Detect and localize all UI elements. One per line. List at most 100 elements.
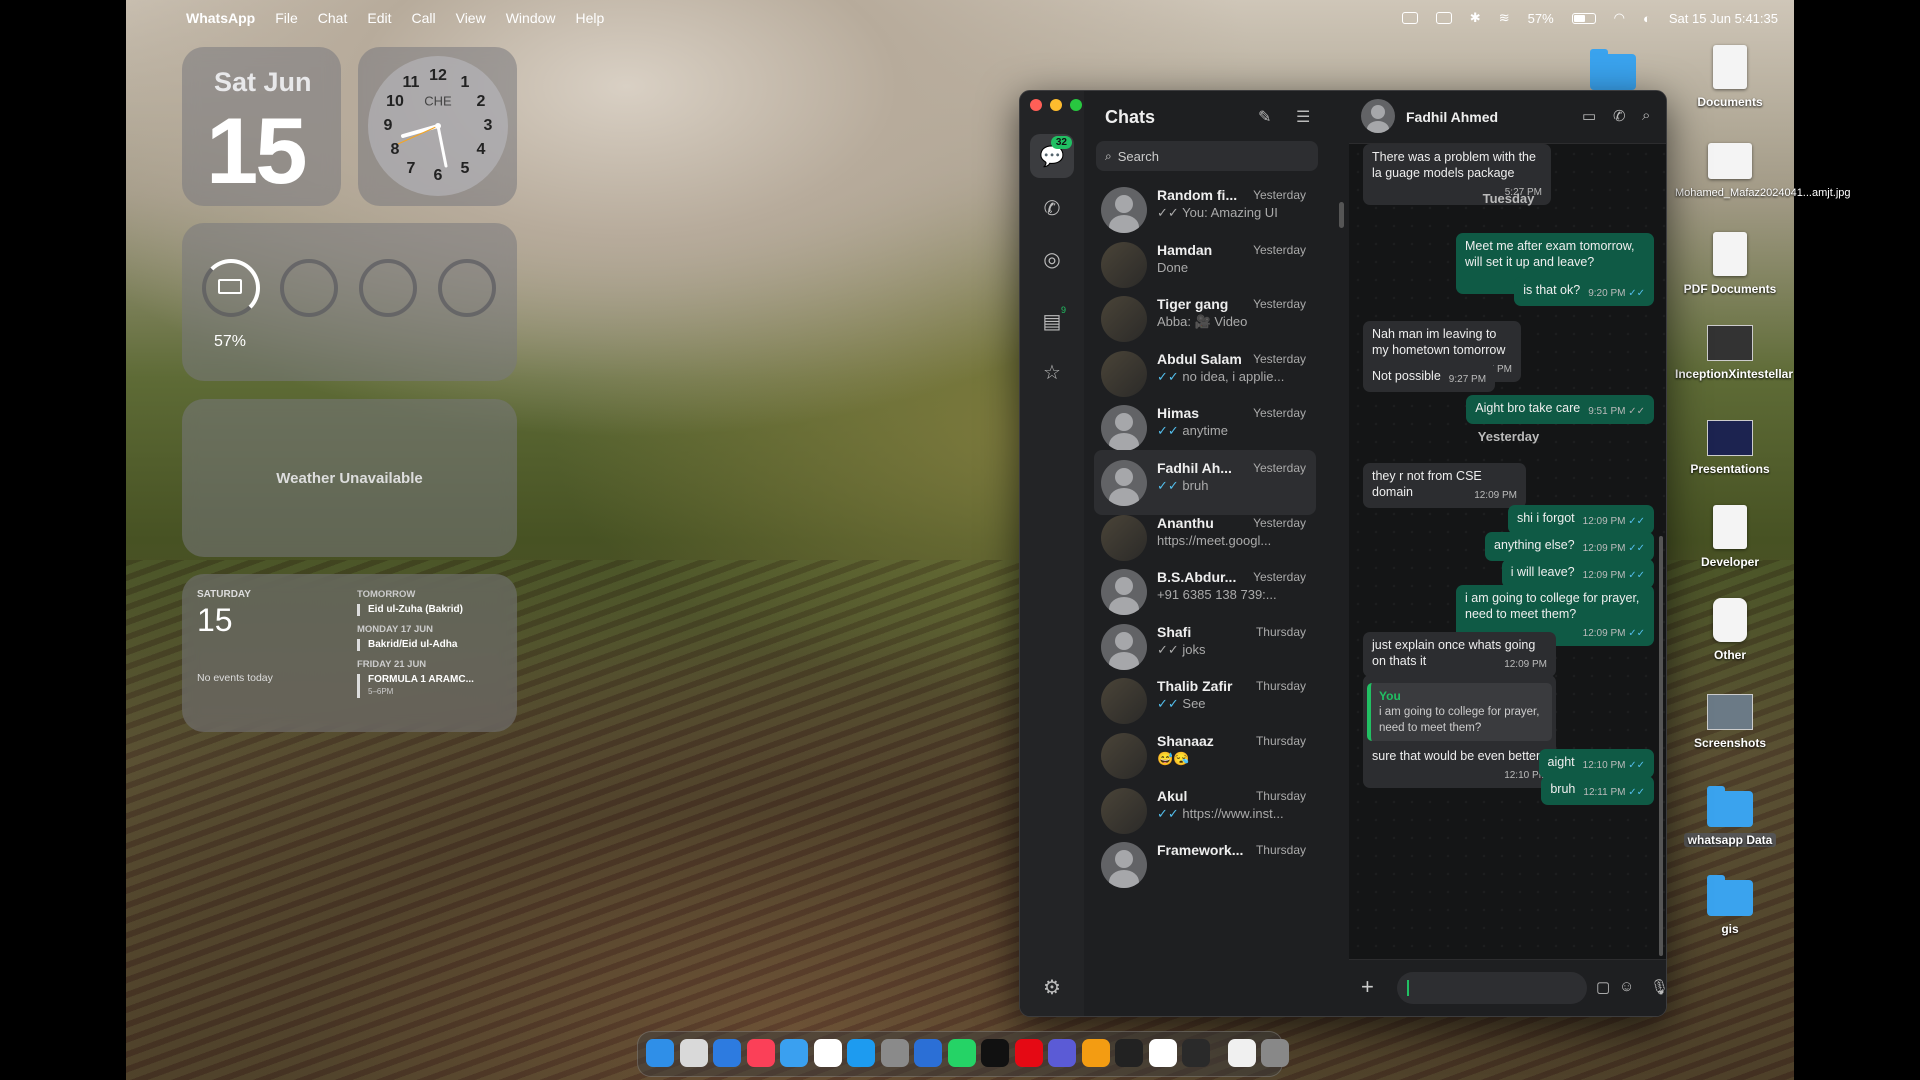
rail-starred-button[interactable]: ☆ — [1030, 350, 1074, 394]
outgoing-message[interactable]: anything else? 12:09 PM ✓✓ — [1485, 532, 1654, 561]
outgoing-message[interactable]: i will leave? 12:09 PM ✓✓ — [1501, 559, 1654, 588]
menu-file[interactable]: File — [275, 10, 298, 26]
new-chat-icon[interactable]: ✎ — [1258, 107, 1271, 127]
filter-icon[interactable]: ☰ — [1296, 107, 1310, 127]
rail-settings-button[interactable]: ⚙ — [1030, 965, 1074, 1009]
speed-icon[interactable]: ≋ — [1499, 10, 1510, 26]
calendar-event[interactable]: Bakrid/Eid ul-Adha — [357, 639, 507, 651]
weather-status: Weather Unavailable — [276, 469, 423, 487]
sticker-icon[interactable]: ▢ — [1596, 978, 1610, 996]
chat-list-scrollbar[interactable] — [1339, 202, 1344, 228]
calendar-event[interactable]: FORMULA 1 ARAMC... 5–6PM — [357, 674, 507, 698]
music-icon[interactable] — [746, 1039, 775, 1067]
conversation-header[interactable]: Fadhil Ahmed ▭ ✆ ⌕ — [1349, 91, 1666, 144]
zoom-window-button[interactable] — [1070, 99, 1082, 111]
message-scrollbar[interactable] — [1659, 536, 1663, 956]
document-icon[interactable] — [1227, 1039, 1256, 1067]
incoming-message[interactable]: You i am going to college for prayer, nee… — [1363, 675, 1556, 788]
close-window-button[interactable] — [1030, 99, 1042, 111]
vlc-icon[interactable] — [1081, 1039, 1110, 1067]
search-input[interactable]: ⌕ Search — [1096, 141, 1318, 171]
screen-share-icon[interactable] — [1435, 12, 1452, 24]
calendar-icon[interactable] — [813, 1039, 842, 1067]
battery-icon[interactable] — [1571, 12, 1596, 24]
wifi-icon[interactable]: ◠ — [1614, 10, 1625, 26]
settings-icon[interactable] — [880, 1039, 909, 1067]
desktop-icon-developer[interactable]: Developer — [1675, 505, 1785, 569]
netflix-icon[interactable] — [1014, 1039, 1043, 1067]
app-menu[interactable]: WhatsApp — [186, 10, 255, 26]
outgoing-message[interactable]: shi i forgot 12:09 PM ✓✓ — [1507, 505, 1654, 534]
battery-widget[interactable]: 57% — [182, 223, 517, 381]
read-receipt-icon: ✓✓ — [1157, 423, 1183, 439]
quoted-message[interactable]: You i am going to college for prayer, nee… — [1367, 683, 1552, 741]
outgoing-message[interactable]: bruh 12:11 PM ✓✓ — [1541, 776, 1654, 805]
video-call-icon[interactable]: ▭ — [1582, 107, 1596, 125]
rail-calls-button[interactable]: ✆ — [1030, 186, 1074, 230]
contact-name[interactable]: Fadhil Ahmed — [1406, 109, 1498, 125]
battery-percent[interactable]: 57% — [1528, 11, 1554, 26]
prime-video-icon[interactable] — [1048, 1039, 1076, 1067]
menu-help[interactable]: Help — [576, 10, 605, 26]
menu-chat[interactable]: Chat — [318, 10, 348, 26]
calendar-event[interactable]: Eid ul-Zuha (Bakrid) — [357, 604, 507, 616]
date-widget-weekday: Sat Jun — [214, 67, 312, 97]
finder-icon[interactable] — [646, 1039, 674, 1067]
contact-avatar[interactable] — [1361, 99, 1395, 133]
desktop-icon-image[interactable]: Mohamed_Mafaz2024041...amjt.jpg — [1675, 143, 1851, 199]
folder-icon[interactable] — [1590, 49, 1636, 90]
attach-plus-icon[interactable]: + — [1361, 974, 1374, 1000]
mail-icon[interactable] — [780, 1039, 808, 1067]
desktop-icon-documents[interactable]: Documents — [1675, 45, 1785, 109]
whatsapp-window[interactable]: 💬 32 ✆ ◎ ▤ 9 ☆ ⚙ Chats ✎ ☰ ⌕ Search Random … — [1019, 90, 1667, 1017]
terminal-icon[interactable] — [1115, 1039, 1143, 1067]
minimize-window-button[interactable] — [1050, 99, 1062, 111]
rail-channels-button[interactable]: ▤ 9 — [1030, 299, 1074, 343]
desktop-icon-inception[interactable]: InceptionXintestellar — [1675, 325, 1793, 381]
vscode-icon[interactable] — [914, 1039, 942, 1067]
emoji-icon[interactable]: ☺ — [1619, 978, 1634, 995]
menu-call[interactable]: Call — [411, 10, 435, 26]
trash-icon[interactable] — [1261, 1039, 1289, 1067]
menu-edit[interactable]: Edit — [367, 10, 391, 26]
activity-monitor-icon[interactable] — [1182, 1039, 1210, 1067]
outgoing-message[interactable]: Aight bro take care 9:51 PM ✓✓ — [1466, 395, 1654, 424]
desktop-icon-pdf-documents[interactable]: PDF Documents — [1675, 232, 1785, 296]
chat-name: Ananthu — [1157, 514, 1214, 531]
desktop-icon-gis[interactable]: gis — [1675, 875, 1785, 936]
date-widget[interactable]: Sat Jun 15 — [182, 47, 341, 206]
menu-view[interactable]: View — [456, 10, 486, 26]
apple-tv-icon[interactable] — [981, 1039, 1009, 1067]
incoming-message[interactable]: they r not from CSE domain 12:09 PM — [1363, 463, 1526, 508]
rail-status-button[interactable]: ◎ — [1030, 237, 1074, 281]
outgoing-message[interactable]: is that ok? 9:20 PM ✓✓ — [1514, 277, 1654, 306]
desktop-icon-whatsapp-data[interactable]: whatsapp Data — [1675, 785, 1785, 847]
whatsapp-icon[interactable] — [947, 1039, 976, 1067]
desktop-icon-screenshots[interactable]: Screenshots — [1675, 694, 1785, 750]
outgoing-message[interactable]: aight 12:10 PM ✓✓ — [1538, 749, 1654, 778]
launchpad-icon[interactable] — [679, 1039, 708, 1067]
rail-chats-button[interactable]: 💬 32 — [1030, 134, 1074, 178]
bluetooth-icon[interactable]: ✱ — [1470, 10, 1481, 26]
control-center-icon[interactable]: ◐ — [1643, 11, 1651, 26]
incoming-message[interactable]: Not possible 9:27 PM — [1363, 363, 1496, 392]
chat-name: Himas — [1157, 405, 1200, 422]
clock-widget[interactable]: 12 1 2 3 4 5 6 7 8 9 10 11 CHE — [358, 47, 517, 206]
desktop-icon-presentations[interactable]: Presentations — [1675, 420, 1785, 476]
textedit-icon[interactable] — [1148, 1039, 1177, 1067]
desktop-icon-other[interactable]: Other — [1675, 598, 1785, 662]
menu-window[interactable]: Window — [506, 10, 556, 26]
weather-widget[interactable]: Weather Unavailable — [182, 399, 517, 557]
calendar-widget[interactable]: SATURDAY 15 No events today TOMORROW Eid… — [182, 574, 517, 732]
voice-call-icon[interactable]: ✆ — [1613, 107, 1626, 125]
microphone-icon[interactable]: 🎙 — [1650, 978, 1666, 996]
search-messages-icon[interactable]: ⌕ — [1642, 107, 1650, 124]
message-time: 12:11 PM ✓✓ — [1583, 787, 1645, 798]
message-input[interactable] — [1397, 972, 1587, 1004]
display-icon[interactable] — [1401, 12, 1418, 24]
app-store-icon[interactable] — [847, 1039, 875, 1067]
incoming-message[interactable]: just explain once whats going on thats i… — [1363, 632, 1556, 677]
chat-list-item[interactable]: Framework... Thursday — [1094, 832, 1316, 897]
menubar-clock[interactable]: Sat 15 Jun 5:41:35 — [1669, 11, 1778, 26]
safari-icon[interactable] — [713, 1039, 741, 1067]
